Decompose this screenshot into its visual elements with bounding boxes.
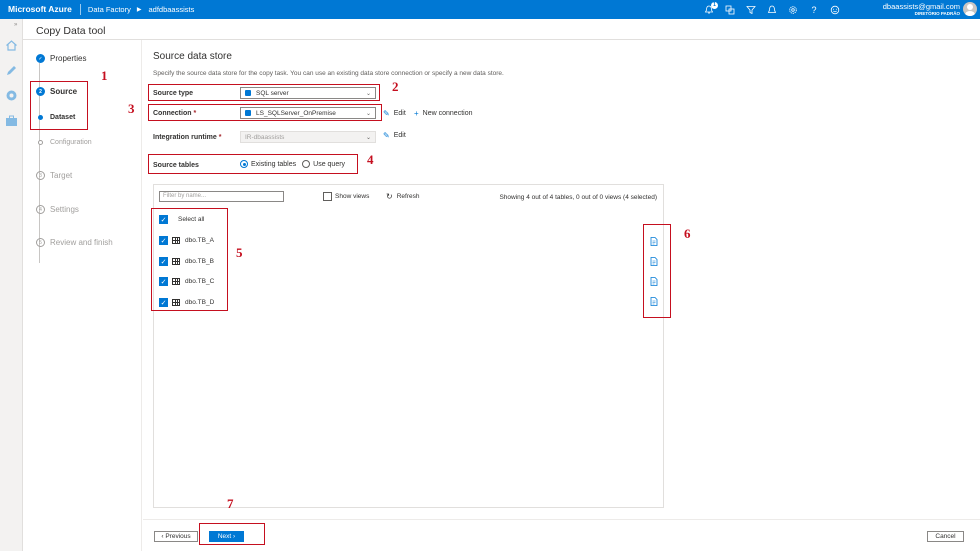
pencil-icon: ✎: [383, 131, 390, 140]
refresh-icon: ↻: [386, 192, 393, 201]
chevron-down-icon: ⌄: [365, 135, 371, 141]
page-title: Copy Data tool: [36, 25, 106, 37]
user-name: dbaassists@gmail.com: [882, 2, 960, 11]
substep-configuration[interactable]: Configuration: [38, 139, 92, 146]
annotation-box-3: [148, 104, 382, 121]
plus-icon: +: [414, 109, 419, 118]
step-label: Target: [50, 171, 73, 180]
annotation-number-4: 4: [367, 152, 374, 167]
annotation-box-5: [151, 208, 228, 311]
avatar[interactable]: [963, 2, 977, 16]
notification-badge: 1: [711, 1, 718, 9]
annotation-box-6: [643, 224, 671, 318]
step-label: Settings: [50, 205, 79, 214]
new-connection-button[interactable]: + New connection: [414, 109, 472, 118]
user-account[interactable]: dbaassists@gmail.com DIRETÓRIO PADRÃO: [883, 2, 960, 17]
refresh-label: Refresh: [396, 193, 420, 200]
user-directory: DIRETÓRIO PADRÃO: [914, 11, 960, 16]
annotation-box-2: [148, 84, 380, 101]
toolbox-icon[interactable]: [5, 114, 18, 127]
edit-runtime-button[interactable]: ✎ Edit: [383, 131, 406, 140]
substep-label: Configuration: [50, 139, 92, 146]
integration-runtime-label: Integration runtime *: [153, 134, 222, 141]
edit-label: Edit: [393, 110, 406, 117]
divider: [23, 39, 980, 40]
feedback-icon[interactable]: [830, 5, 840, 15]
help-icon[interactable]: ?: [809, 5, 819, 15]
annotation-number-6: 6: [684, 226, 691, 241]
show-views-label: Show views: [335, 193, 370, 200]
breadcrumb-data-factory[interactable]: Data Factory: [81, 5, 131, 14]
edit-connection-button[interactable]: ✎ Edit: [383, 109, 406, 118]
top-bar: Microsoft Azure Data Factory ▶ adfdbaass…: [0, 0, 980, 19]
step-number: 4: [36, 205, 45, 214]
left-nav-strip: »: [0, 19, 23, 551]
step-review[interactable]: 5 Review and finish: [36, 238, 113, 247]
step-label: Review and finish: [50, 238, 113, 247]
annotation-box-7: [199, 523, 265, 545]
top-icons: 1 ?: [704, 0, 840, 19]
previous-button[interactable]: ‹ Previous: [154, 531, 198, 542]
step-target[interactable]: 3 Target: [36, 171, 72, 180]
checkbox[interactable]: [323, 192, 332, 201]
expand-icon[interactable]: »: [14, 22, 17, 28]
bell-icon[interactable]: [767, 5, 777, 15]
filter-icon[interactable]: [746, 5, 756, 15]
annotation-number-2: 2: [392, 79, 399, 94]
annotation-box-1: [30, 81, 88, 130]
new-connection-label: New connection: [422, 110, 473, 117]
integration-runtime-value: IR-dbaassists: [245, 133, 285, 141]
table-count-text: Showing 4 out of 4 tables, 0 out of 0 vi…: [499, 194, 657, 201]
edit-label: Edit: [393, 132, 406, 139]
step-number: 5: [36, 238, 45, 247]
gear-icon[interactable]: [788, 5, 798, 15]
section-description: Specify the source data store for the co…: [153, 70, 504, 77]
show-views-checkbox[interactable]: Show views: [323, 192, 369, 201]
integration-runtime-dropdown: IR-dbaassists ⌄: [240, 131, 376, 143]
section-title: Source data store: [153, 51, 232, 62]
step-dot: [38, 140, 43, 145]
home-icon[interactable]: [5, 39, 18, 52]
pencil-icon: ✎: [383, 109, 390, 118]
chevron-right-icon: ▶: [136, 7, 142, 13]
step-properties[interactable]: ✓ Properties: [36, 54, 86, 63]
monitor-icon[interactable]: [5, 89, 18, 102]
breadcrumb-factory-name[interactable]: adfdbaassists: [141, 5, 194, 14]
filter-input[interactable]: Filter by name...: [159, 191, 284, 202]
check-icon: ✓: [36, 54, 45, 63]
cancel-button[interactable]: Cancel: [927, 531, 964, 542]
step-number: 3: [36, 171, 45, 180]
annotation-number-5: 5: [236, 245, 243, 260]
footer-divider: [143, 519, 980, 520]
annotation-box-4: [148, 154, 358, 174]
annotation-number-7: 7: [227, 496, 234, 511]
refresh-button[interactable]: ↻ Refresh: [386, 192, 419, 201]
tables-panel: Filter by name... Show views ↻ Refresh S…: [153, 184, 664, 508]
pencil-icon[interactable]: [5, 64, 18, 77]
notification-icon[interactable]: 1: [704, 1, 718, 15]
annotation-number-3: 3: [128, 101, 135, 116]
annotation-number-1: 1: [101, 68, 108, 83]
translate-icon[interactable]: [725, 5, 735, 15]
brand-title[interactable]: Microsoft Azure: [0, 4, 81, 15]
step-settings[interactable]: 4 Settings: [36, 205, 79, 214]
step-label: Properties: [50, 54, 87, 63]
